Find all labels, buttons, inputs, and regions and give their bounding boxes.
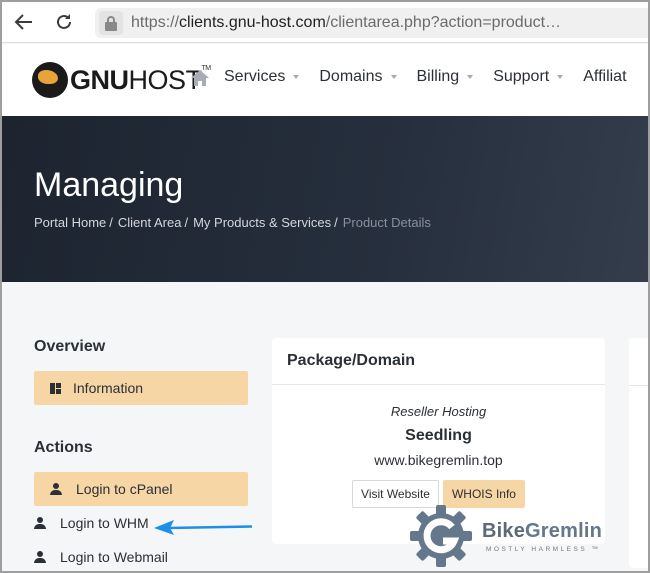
menu-label: Services [224,68,286,85]
breadcrumb-separator: / [109,215,113,230]
caret-down-icon [467,75,474,79]
user-icon [50,483,62,495]
secondary-card [629,338,648,568]
sidebar-item-login-webmail[interactable]: Login to Webmail [34,540,248,571]
breadcrumb-product-details: Product Details [342,215,431,230]
sidebar-item-label: Login to cPanel [76,481,173,497]
logo-text-bold: GNU [70,64,129,95]
site-header: GNUHOSTTM Services Domains Billing Suppo… [2,44,648,116]
page-title: Managing [34,166,184,204]
actions-heading: Actions [34,439,93,456]
arrow-left-icon [14,14,32,30]
page-hero: Managing Portal Home / Client Area / My Prod… [2,116,648,282]
home-icon[interactable] [190,68,210,88]
card-title: Package/Domain [272,338,605,385]
breadcrumb-portal-home[interactable]: Portal Home [34,215,106,230]
breadcrumb-products-services[interactable]: My Products & Services [193,215,331,230]
menu-domains[interactable]: Domains [319,68,397,86]
dashboard-icon [50,382,61,394]
package-type: Reseller Hosting [390,404,487,419]
package-domain-card: Package/Domain Reseller Hosting Seedling… [272,338,605,544]
user-icon [34,517,46,529]
url-text[interactable]: https://clients.gnu-host.com/clientarea.… [131,14,561,32]
breadcrumb-client-area[interactable]: Client Area [118,215,182,230]
lock-icon[interactable] [99,11,123,35]
menu-support[interactable]: Support [493,68,564,86]
annotation-arrow-icon [154,520,253,535]
browser-window: https://clients.gnu-host.com/clientarea.… [2,2,648,571]
caret-down-icon [557,75,564,79]
sidebar-item-information[interactable]: Information [34,371,248,405]
menu-affiliates[interactable]: Affiliat [583,68,626,86]
url-scheme: https:// [131,14,180,31]
sidebar: Overview Information Actions Login to cP… [34,338,248,571]
visit-website-button[interactable]: Visit Website [352,480,439,508]
breadcrumb-separator: / [184,215,189,230]
sidebar-item-label: Information [73,380,144,396]
package-domain: www.bikegremlin.top [374,452,503,468]
menu-services[interactable]: Services [224,68,300,86]
breadcrumb-separator: / [334,215,338,230]
watermark-subtitle: MOSTLY HARMLESS ™ [486,546,601,553]
menu-label: Domains [319,68,383,85]
caret-down-icon [390,75,397,79]
package-name: Seedling [405,427,472,444]
reload-icon [57,14,71,29]
address-bar[interactable]: https://clients.gnu-host.com/clientarea.… [95,8,648,38]
caret-down-icon [293,75,300,79]
overview-heading: Overview [34,338,106,355]
back-button[interactable] [12,10,36,34]
url-host: clients.gnu-host.com [179,14,326,31]
gnuhost-logo[interactable]: GNUHOSTTM [32,58,211,102]
browser-toolbar: https://clients.gnu-host.com/clientarea.… [2,2,648,43]
whois-info-button[interactable]: WHOIS Info [442,480,525,508]
breadcrumb: Portal Home / Client Area / My Products & Se… [34,215,431,230]
gnu-logo-icon [32,62,68,98]
sidebar-item-label: Login to WHM [60,515,149,531]
sidebar-item-login-cpanel[interactable]: Login to cPanel [34,472,248,506]
menu-billing[interactable]: Billing [417,68,474,86]
url-path: /clientarea.php?action=product… [325,14,562,31]
menu-label: Billing [416,68,460,85]
menu-label: Support [493,68,550,85]
menu-label: Affiliat [583,68,627,85]
user-icon [34,551,46,563]
reload-button[interactable] [52,10,76,34]
sidebar-item-label: Login to Webmail [60,549,168,565]
main-menu: Services Domains Billing Support Affilia… [224,68,647,86]
